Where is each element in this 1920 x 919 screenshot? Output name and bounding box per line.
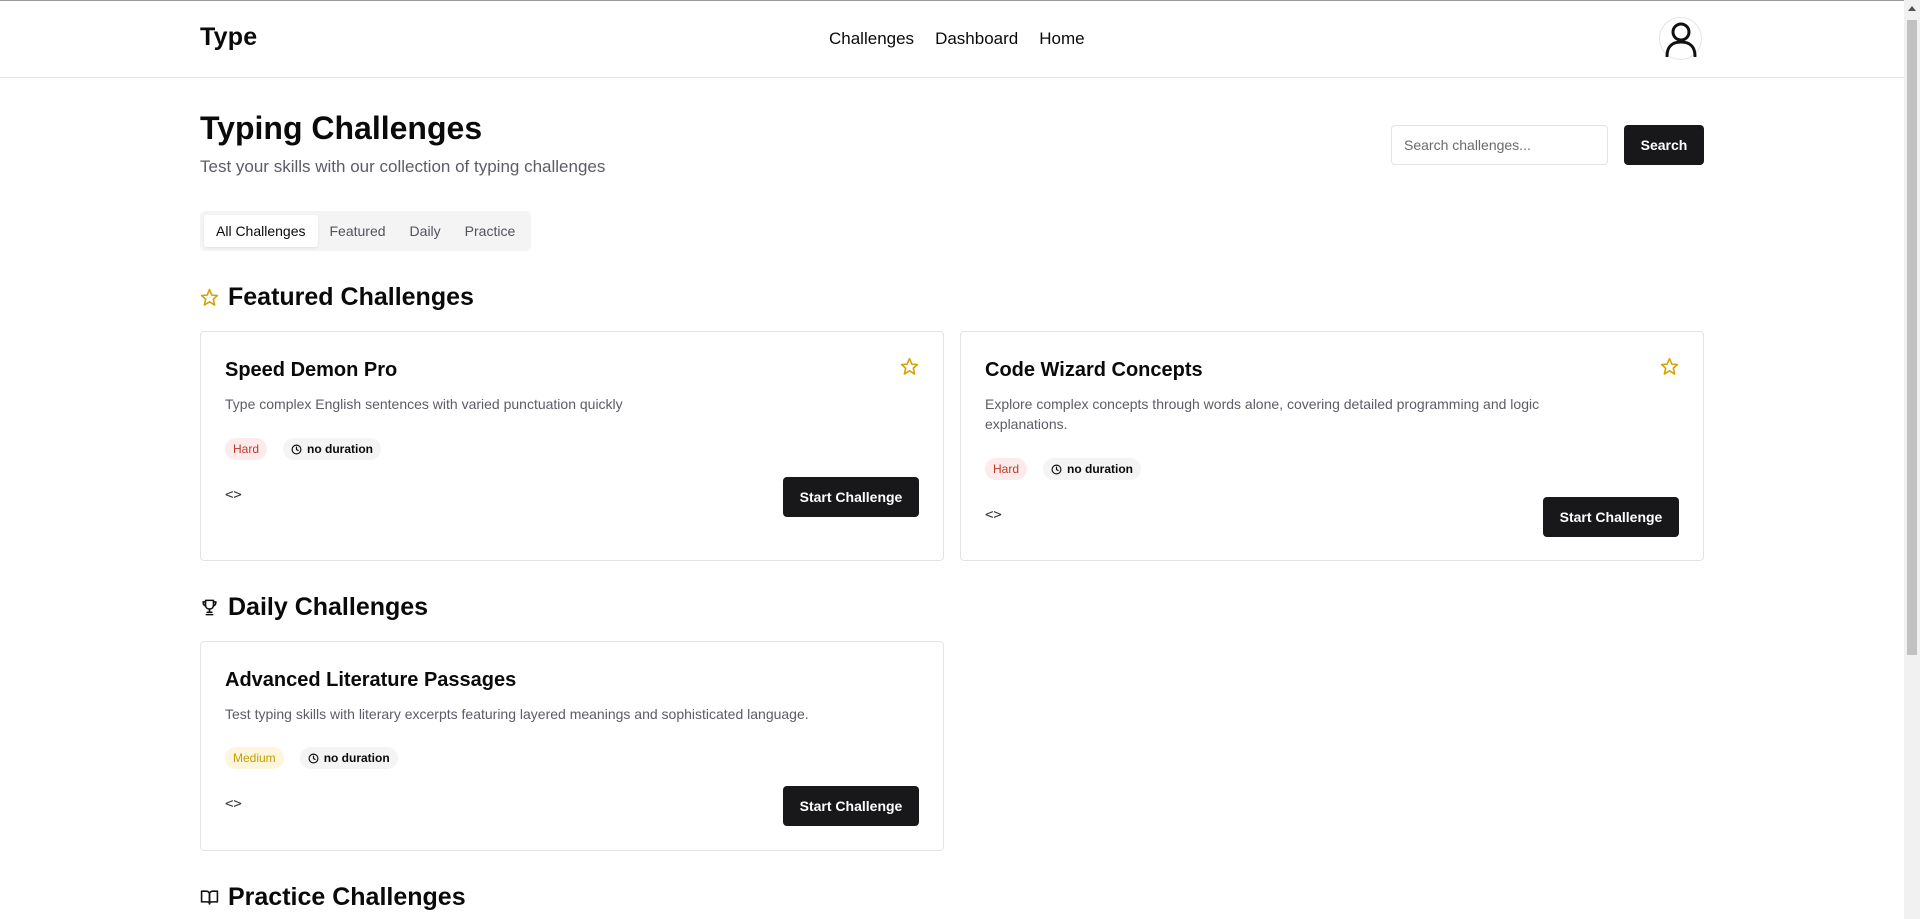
card-description: Test typing skills with literary excerpt…	[225, 706, 809, 722]
nav-link-dashboard[interactable]: Dashboard	[935, 29, 1018, 49]
duration-label: no duration	[1067, 462, 1134, 476]
duration-badge: no duration	[283, 438, 382, 460]
featured-section-heading: Featured Challenges	[200, 283, 474, 312]
tab-all-challenges[interactable]: All Challenges	[204, 215, 318, 247]
daily-section-heading: Daily Challenges	[200, 593, 428, 622]
start-challenge-button[interactable]: Start Challenge	[1543, 497, 1679, 537]
daily-section-title: Daily Challenges	[228, 593, 429, 621]
card-badges: Hard no duration	[985, 458, 1142, 480]
tab-daily[interactable]: Daily	[398, 215, 453, 247]
duration-badge: no duration	[1043, 458, 1142, 480]
user-icon	[1665, 22, 1696, 57]
scroll-up-arrow-icon[interactable]	[1908, 6, 1916, 11]
nav-link-home[interactable]: Home	[1039, 29, 1084, 49]
card-badges: Hard no duration	[225, 438, 382, 460]
clock-icon	[308, 753, 319, 763]
duration-label: no duration	[307, 442, 374, 456]
favorite-star-icon[interactable]	[900, 357, 919, 376]
card-badges: Medium no duration	[225, 747, 398, 769]
clock-icon	[1051, 464, 1062, 474]
code-icon: <>	[985, 507, 1002, 523]
page-scrollbar[interactable]	[1904, 0, 1920, 919]
card-description: Explore complex concepts through words a…	[985, 396, 1540, 432]
practice-section-title: Practice Challenges	[228, 883, 466, 911]
challenge-card-code-wizard-concepts: Code Wizard Concepts Explore complex con…	[960, 331, 1704, 561]
card-title: Speed Demon Pro	[225, 359, 398, 381]
challenge-tabs: All Challenges Featured Daily Practice	[200, 211, 532, 251]
tab-practice[interactable]: Practice	[453, 215, 528, 247]
app-logo[interactable]: Type	[200, 23, 257, 52]
card-title: Advanced Literature Passages	[225, 669, 517, 691]
trophy-icon	[202, 599, 217, 616]
search-input[interactable]	[1391, 125, 1608, 165]
difficulty-badge: Medium	[225, 747, 284, 769]
start-challenge-button[interactable]: Start Challenge	[783, 477, 919, 517]
practice-section-heading: Practice Challenges	[200, 883, 466, 912]
code-icon: <>	[225, 487, 242, 503]
page-subtitle: Test your skills with our collection of …	[200, 157, 606, 176]
duration-label: no duration	[323, 751, 390, 765]
top-header: Type Challenges Dashboard Home	[0, 1, 1904, 78]
scrollbar-thumb[interactable]	[1907, 20, 1917, 655]
card-description: Type complex English sentences with vari…	[225, 396, 623, 412]
challenge-card-speed-demon-pro: Speed Demon Pro Type complex English sen…	[200, 331, 944, 561]
main-nav: Challenges Dashboard Home	[829, 29, 1085, 49]
difficulty-badge: Hard	[985, 458, 1028, 480]
card-title: Code Wizard Concepts	[985, 359, 1203, 381]
code-icon: <>	[225, 796, 242, 812]
page-title: Typing Challenges	[200, 110, 483, 146]
nav-link-challenges[interactable]: Challenges	[829, 29, 914, 49]
featured-section-title: Featured Challenges	[228, 283, 474, 311]
challenge-card-advanced-literature-passages: Advanced Literature Passages Test typing…	[200, 641, 944, 851]
tab-featured[interactable]: Featured	[318, 215, 398, 247]
clock-icon	[291, 444, 302, 454]
search-button[interactable]: Search	[1624, 125, 1704, 165]
star-icon	[200, 288, 219, 306]
duration-badge: no duration	[299, 747, 398, 769]
user-avatar-button[interactable]	[1659, 17, 1702, 60]
difficulty-badge: Hard	[225, 438, 268, 460]
favorite-star-icon[interactable]	[1660, 357, 1679, 376]
book-open-icon	[200, 890, 219, 905]
start-challenge-button[interactable]: Start Challenge	[783, 786, 919, 826]
